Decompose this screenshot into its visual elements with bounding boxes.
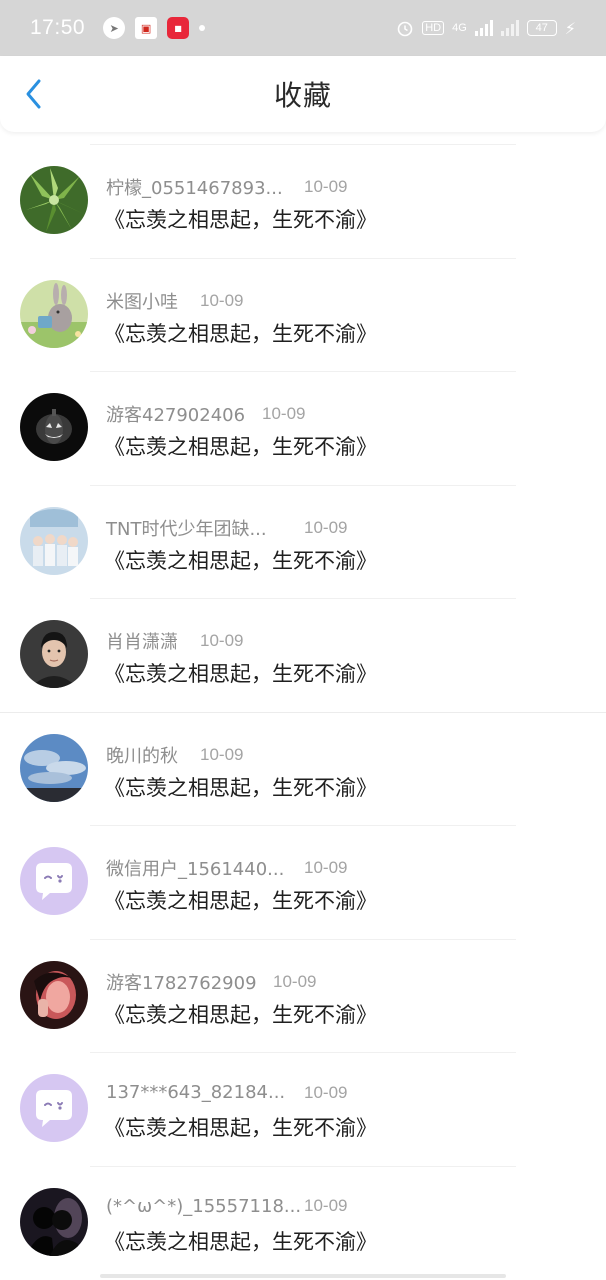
avatar[interactable] xyxy=(20,279,88,348)
item-title: 《忘羡之相思起，生死不渝》 xyxy=(104,435,377,459)
header: 收藏 xyxy=(0,56,606,132)
item-meta: 柠檬_0551467893... 10-09 xyxy=(106,174,347,200)
chat-bubble-avatar-icon xyxy=(20,1074,88,1142)
avatar[interactable] xyxy=(20,1074,88,1142)
battery-icon: 47 xyxy=(526,20,557,36)
item-title: 《忘羡之相思起，生死不渝》 xyxy=(104,775,377,800)
charging-icon: ⚡ xyxy=(564,18,576,38)
item-title: 《忘羡之相思起，生死不渝》 xyxy=(104,1229,377,1254)
list-item[interactable]: (*^ω^*)_15557118... 10-09 《忘羡之相思起，生死不渝》 xyxy=(0,1165,606,1280)
item-title: 《忘羡之相思起，生死不渝》 xyxy=(104,208,377,232)
username: 柠檬_0551467893... xyxy=(106,178,283,199)
item-meta: TNT时代少年团缺... 10-09 xyxy=(106,515,347,541)
avatar[interactable] xyxy=(20,1187,88,1256)
status-time: 17:50 xyxy=(30,16,86,39)
network-type: 4G xyxy=(452,22,467,34)
date: 10-09 xyxy=(304,858,348,877)
more-notifications-dot-icon xyxy=(199,25,206,31)
username: 游客427902406 xyxy=(106,405,246,426)
item-title: 《忘羡之相思起，生死不渝》 xyxy=(104,321,377,346)
item-meta: 微信用户_1561440... 10-09 xyxy=(106,855,347,881)
item-meta: 晚川的秋 10-09 xyxy=(106,742,243,768)
notification-icons: ➤ ▣ ■ xyxy=(103,17,206,39)
man-portrait-avatar-icon xyxy=(20,620,88,688)
list-item[interactable]: 米图小哇 10-09 《忘羡之相思起，生死不渝》 xyxy=(0,257,606,372)
list-item[interactable]: 晚川的秋 10-09 《忘羡之相思起，生死不渝》 xyxy=(0,711,606,826)
avatar[interactable] xyxy=(20,733,88,802)
favorites-list: 柠檬_0551467893... 10-09 《忘羡之相思起，生死不渝》 米图小… xyxy=(0,144,606,1279)
page-title: 收藏 xyxy=(273,79,332,112)
item-title: 《忘羡之相思起，生死不渝》 xyxy=(104,1116,377,1140)
date: 10-09 xyxy=(262,404,306,423)
username: 137***643_82184... xyxy=(106,1082,286,1103)
avatar[interactable] xyxy=(20,166,88,234)
date: 10-09 xyxy=(200,744,244,764)
group-photo-avatar-icon xyxy=(20,506,88,575)
list-item[interactable]: 肖肖潇潇 10-09 《忘羡之相思起，生死不渝》 xyxy=(0,598,606,712)
avatar[interactable] xyxy=(20,620,88,688)
chat-bubble-avatar-icon xyxy=(20,847,88,915)
avatar[interactable] xyxy=(20,393,88,461)
username: 晚川的秋 xyxy=(106,745,178,767)
username: 米图小哇 xyxy=(106,291,178,313)
item-title: 《忘羡之相思起，生死不渝》 xyxy=(104,548,377,573)
sky-avatar-icon xyxy=(20,733,88,802)
item-title: 《忘羡之相思起，生死不渝》 xyxy=(104,1002,377,1027)
hd-indicator: HD xyxy=(422,21,445,35)
bunny-avatar-icon xyxy=(20,279,88,348)
username: (*^ω^*)_15557118... xyxy=(106,1195,302,1217)
item-meta: 游客1782762909 10-09 xyxy=(106,969,316,995)
back-button[interactable] xyxy=(16,76,52,112)
item-title: 《忘羡之相思起，生死不渝》 xyxy=(104,889,377,913)
date: 10-09 xyxy=(304,1196,348,1215)
pumpkin-avatar-icon xyxy=(20,393,88,461)
list-item[interactable]: 游客1782762909 10-09 《忘羡之相思起，生死不渝》 xyxy=(0,938,606,1053)
date: 10-09 xyxy=(304,1082,348,1102)
item-meta: 米图小哇 10-09 xyxy=(106,288,243,314)
list-item[interactable]: 137***643_82184... 10-09 《忘羡之相思起，生死不渝》 xyxy=(0,1052,606,1166)
username: 游客1782762909 xyxy=(106,972,257,994)
item-meta: 游客427902406 10-09 xyxy=(106,401,305,427)
list-item[interactable]: 柠檬_0551467893... 10-09 《忘羡之相思起，生死不渝》 xyxy=(0,144,606,258)
chevron-left-icon xyxy=(26,79,41,109)
avatar[interactable] xyxy=(20,506,88,575)
status-bar: 17:50 ➤ ▣ ■ HD 4G 47 ⚡ xyxy=(0,0,606,56)
item-meta: 肖肖潇潇 10-09 xyxy=(106,628,243,654)
item-meta: 137***643_82184... 10-09 xyxy=(106,1082,347,1103)
item-title: 《忘羡之相思起，生死不渝》 xyxy=(104,662,377,686)
signal-2-icon xyxy=(500,20,519,36)
avatar[interactable] xyxy=(20,960,88,1029)
alarm-icon xyxy=(397,21,413,37)
list-item[interactable]: TNT时代少年团缺... 10-09 《忘羡之相思起，生死不渝》 xyxy=(0,484,606,599)
couple-silhouette-avatar-icon xyxy=(20,1187,88,1256)
username: TNT时代少年团缺... xyxy=(106,518,267,540)
username: 微信用户_1561440... xyxy=(106,859,285,880)
list-item[interactable]: 微信用户_1561440... 10-09 《忘羡之相思起，生死不渝》 xyxy=(0,825,606,939)
avatar[interactable] xyxy=(20,847,88,915)
shopping-app-icon: ■ xyxy=(167,17,190,39)
date: 10-09 xyxy=(304,177,348,196)
status-right: HD 4G 47 ⚡ xyxy=(396,19,576,38)
date: 10-09 xyxy=(200,290,244,310)
date: 10-09 xyxy=(200,631,244,650)
scroll-indicator xyxy=(100,1274,506,1278)
signal-icon xyxy=(474,20,493,36)
date: 10-09 xyxy=(273,971,317,991)
item-meta: (*^ω^*)_15557118... 10-09 xyxy=(106,1196,347,1217)
compass-app-icon: ➤ xyxy=(103,17,126,39)
girl-portrait-avatar-icon xyxy=(20,960,88,1029)
succulent-avatar-icon xyxy=(20,166,88,234)
list-item[interactable]: 游客427902406 10-09 《忘羡之相思起，生死不渝》 xyxy=(0,371,606,485)
username: 肖肖潇潇 xyxy=(106,632,178,653)
news-app-icon: ▣ xyxy=(135,17,158,39)
date: 10-09 xyxy=(304,517,348,537)
